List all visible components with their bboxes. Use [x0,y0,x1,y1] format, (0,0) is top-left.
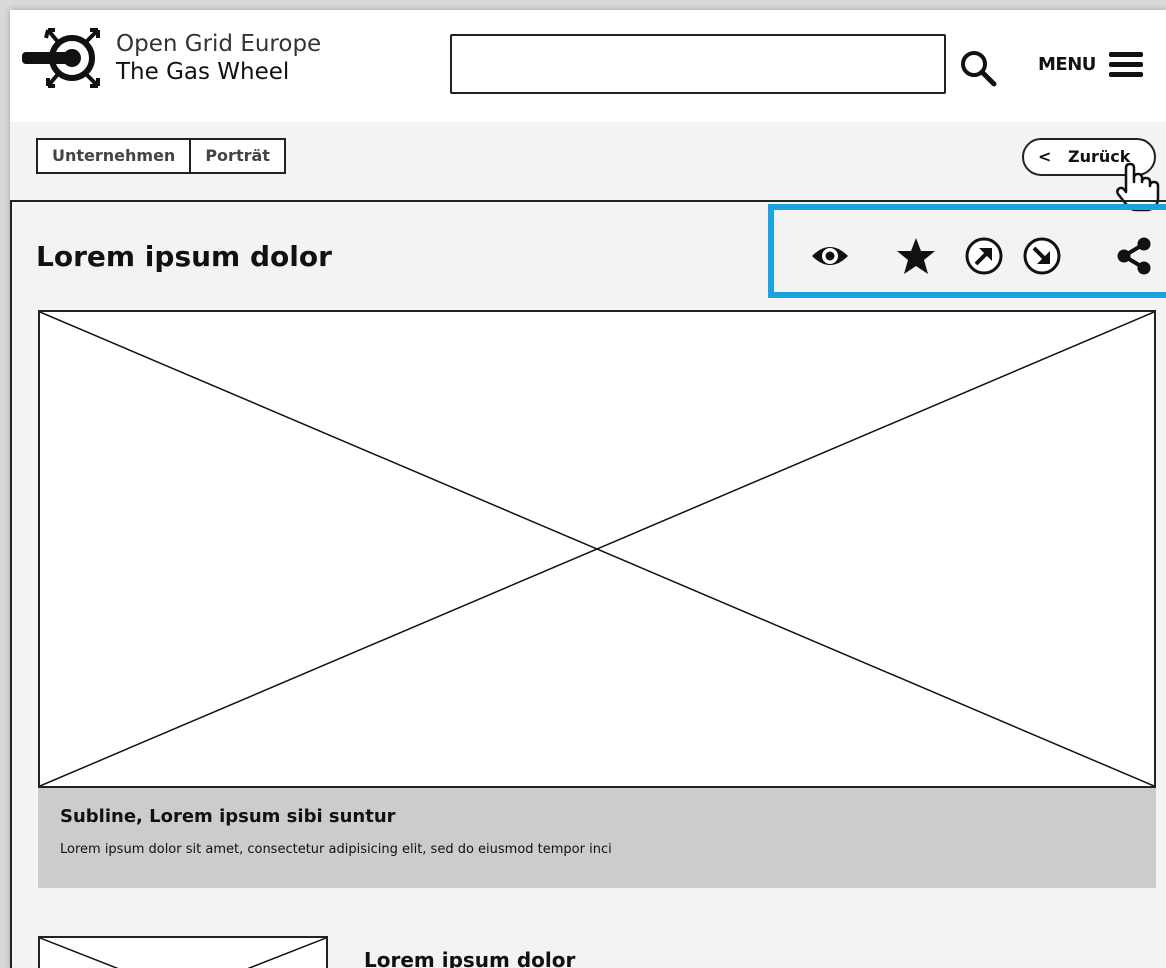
eye-icon[interactable] [810,236,850,276]
page-title: Lorem ipsum dolor [36,240,332,273]
image-placeholder-cross [40,938,326,968]
share-icon[interactable] [1114,236,1154,276]
circle-arrow-down-right-icon[interactable] [1022,236,1062,276]
search-icon[interactable] [958,48,998,88]
circle-arrow-up-right-icon[interactable] [964,236,1004,276]
hero-image-placeholder [38,310,1156,788]
breadcrumb-item-portraet[interactable]: Porträt [189,140,284,172]
search-input[interactable] [450,34,946,94]
logo-brand-name: Open Grid Europe [116,31,322,57]
back-button-label: Zurück [1068,147,1131,166]
action-toolbar [768,204,1166,298]
hero-caption: Subline, Lorem ipsum sibi suntur Lorem i… [38,788,1156,888]
back-button[interactable]: < Zurück [1022,138,1156,176]
caption-text: Lorem ipsum dolor sit amet, consectetur … [60,842,612,857]
teaser-image-placeholder [38,936,328,968]
breadcrumb: Unternehmen Porträt [36,138,286,174]
logo-tagline: The Gas Wheel [116,59,290,85]
gas-wheel-logo[interactable] [22,22,114,92]
breadcrumb-item-unternehmen[interactable]: Unternehmen [38,140,189,172]
site-header: Open Grid Europe The Gas Wheel MENU [10,10,1166,122]
star-icon[interactable] [896,236,936,276]
menu-label: MENU [1038,54,1096,75]
image-placeholder-cross [40,312,1154,786]
app-window: Open Grid Europe The Gas Wheel MENU Unte… [10,10,1166,968]
chevron-left-icon: < [1038,147,1052,166]
hamburger-icon [1109,52,1143,77]
caption-title: Subline, Lorem ipsum sibi suntur [60,806,396,827]
teaser-title: Lorem ipsum dolor [364,948,576,968]
content-panel: Lorem ipsum dolor Subline, Lorem ipsum s… [10,200,1166,968]
